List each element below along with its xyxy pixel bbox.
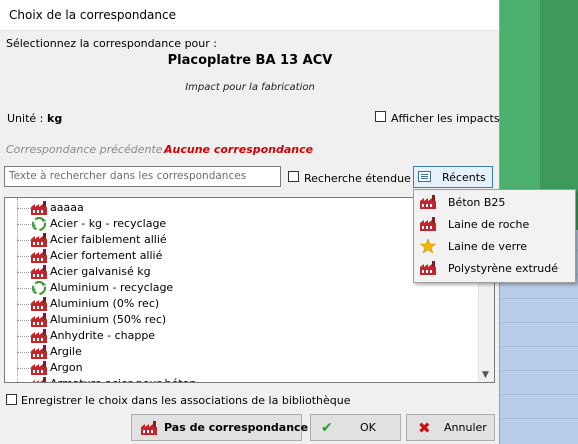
factory-icon xyxy=(31,249,47,263)
factory-icon xyxy=(31,377,47,382)
ok-button[interactable]: ✔ OK xyxy=(310,414,401,441)
factory-icon xyxy=(31,329,47,343)
recent-menu-item-label: Laine de roche xyxy=(448,218,530,231)
factory-icon xyxy=(141,421,157,435)
tree-item[interactable]: Armature acier pour béton xyxy=(5,376,485,382)
recent-menu-item[interactable]: Laine de roche xyxy=(414,214,575,235)
recent-dropdown-menu: Béton B25 Laine de roche Laine de verre Pol… xyxy=(413,189,576,283)
recent-button-label: Récents xyxy=(442,171,486,184)
tree-item[interactable]: Aluminium (0% rec) xyxy=(5,296,485,312)
recent-menu-item-label: Polystyrène extrudé xyxy=(448,262,559,275)
tree-item-label: Aluminium - recyclage xyxy=(50,281,174,294)
recycle-icon xyxy=(31,216,47,232)
extended-search-label[interactable]: Recherche étendue xyxy=(304,172,411,185)
unit-value: kg xyxy=(47,112,63,125)
list-icon xyxy=(418,171,431,182)
star-icon xyxy=(419,238,437,254)
recent-menu-item[interactable]: Béton B25 xyxy=(414,192,575,213)
unit-label: Unité : xyxy=(7,112,44,125)
tree-item[interactable]: Aluminium (50% rec) xyxy=(5,312,485,328)
previous-correspondence-value: Aucune correspondance xyxy=(164,143,314,156)
factory-icon xyxy=(31,233,47,247)
tree-item-label: Acier faiblement allié xyxy=(50,233,167,246)
factory-icon xyxy=(31,313,47,327)
factory-icon xyxy=(420,195,436,209)
extended-search-checkbox[interactable] xyxy=(288,171,299,182)
factory-icon xyxy=(31,297,47,311)
cancel-label: Annuler xyxy=(444,421,487,434)
tree-item[interactable]: Anhydrite - chappe xyxy=(5,328,485,344)
scroll-down-icon[interactable]: ▼ xyxy=(482,370,489,380)
tree-item-label: Armature acier pour béton xyxy=(50,377,196,382)
close-icon: ✖ xyxy=(418,419,431,437)
show-impacts-checkbox[interactable] xyxy=(375,111,386,122)
recent-button[interactable]: Récents xyxy=(413,166,493,188)
show-impacts-label[interactable]: Afficher les impacts xyxy=(391,112,500,125)
search-input[interactable]: Texte à rechercher dans les correspondan… xyxy=(4,166,281,187)
recent-menu-item-label: Béton B25 xyxy=(448,196,506,209)
recent-menu-item[interactable]: Polystyrène extrudé xyxy=(414,258,575,279)
recent-menu-item[interactable]: Laine de verre xyxy=(414,236,575,257)
tree-item-label: Aluminium (50% rec) xyxy=(50,313,167,326)
recycle-icon xyxy=(31,280,47,296)
previous-correspondence-label: Correspondance précédente : xyxy=(6,143,170,156)
ok-label: OK xyxy=(360,421,376,434)
tree-item-label: aaaaa xyxy=(50,201,84,214)
tree-item-label: Anhydrite - chappe xyxy=(50,329,156,342)
recent-menu-item-label: Laine de verre xyxy=(448,240,528,253)
prompt-label: Sélectionnez la correspondance pour : xyxy=(6,37,217,50)
tree-item-label: Acier - kg - recyclage xyxy=(50,217,167,230)
tree-item-label: Acier galvanisé kg xyxy=(50,265,151,278)
tree-item-label: Argon xyxy=(50,361,83,374)
product-name: Placoplatre BA 13 ACV xyxy=(167,53,333,68)
tree-item[interactable]: Argile xyxy=(5,344,485,360)
factory-icon xyxy=(31,345,47,359)
tree-item-label: Aluminium (0% rec) xyxy=(50,297,160,310)
title-bar[interactable]: Choix de la correspondance xyxy=(0,0,499,31)
tree-item[interactable]: Argon xyxy=(5,360,485,376)
save-choice-label[interactable]: Enregistrer le choix dans les associatio… xyxy=(21,394,350,407)
factory-icon xyxy=(31,201,47,215)
dialog-title: Choix de la correspondance xyxy=(9,8,176,22)
save-choice-checkbox[interactable] xyxy=(6,394,17,405)
factory-icon xyxy=(420,261,436,275)
factory-icon xyxy=(31,361,47,375)
impact-label: Impact pour la fabrication xyxy=(185,82,315,93)
factory-icon xyxy=(31,265,47,279)
tree-item-label: Argile xyxy=(50,345,82,358)
check-icon: ✔ xyxy=(321,420,333,436)
no-correspondence-label: Pas de correspondance xyxy=(164,421,309,434)
factory-icon xyxy=(420,217,436,231)
cancel-button[interactable]: ✖ Annuler xyxy=(406,414,495,441)
tree-item-label: Acier fortement allié xyxy=(50,249,163,262)
no-correspondence-button[interactable]: Pas de correspondance xyxy=(131,414,308,441)
